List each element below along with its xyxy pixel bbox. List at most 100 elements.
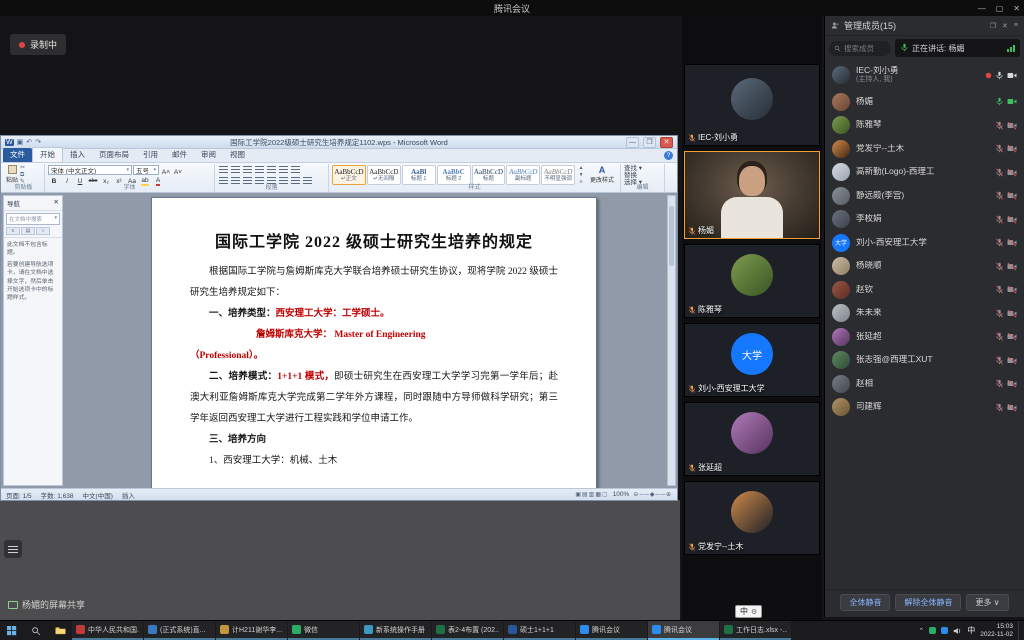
word-tab-邮件[interactable]: 邮件 — [165, 148, 194, 162]
taskbar-app-表2-4布置 (202...[interactable]: 表2-4布置 (202... — [432, 621, 503, 640]
video-thumbnail[interactable]: IEC-刘小勇 — [684, 64, 820, 146]
shrink-font-icon[interactable]: A˅ — [172, 168, 184, 178]
style-chip[interactable]: AaBbC标题 2 — [437, 165, 471, 185]
start-button[interactable] — [0, 626, 24, 636]
ime-tray-label[interactable]: 中 — [967, 625, 975, 636]
navigation-pane-tabs[interactable]: ≡▤○ — [4, 227, 62, 238]
maximize-icon[interactable]: ▢ — [996, 4, 1004, 13]
member-row[interactable]: 朱未来 — [825, 302, 1024, 326]
view-mode-icons[interactable]: ▣▤▥▦▢ — [575, 491, 608, 498]
cam-off-icon — [1007, 168, 1017, 177]
edit-item-替换[interactable]: 替换 — [624, 172, 661, 179]
member-row[interactable]: 杨晓顺 — [825, 255, 1024, 279]
mute-all-button[interactable]: 全体静音 — [840, 594, 890, 611]
sort-icon[interactable] — [278, 166, 289, 175]
close-icon[interactable]: ✕ — [1013, 4, 1020, 13]
taskbar-app-计H211谢华李...[interactable]: 计H211谢华李... — [216, 621, 287, 640]
edit-item-查找[interactable]: 查找 ▾ — [624, 165, 661, 172]
navigation-pane-close-icon[interactable]: ✕ — [54, 198, 59, 208]
paste-button[interactable]: 粘贴 — [6, 165, 18, 184]
outdent-icon[interactable] — [254, 166, 265, 175]
tray-chevron-icon[interactable]: ⌃ — [918, 627, 924, 635]
wechat-tray-icon[interactable] — [929, 627, 936, 634]
style-chip[interactable]: AaBbCcD副标题 — [506, 165, 540, 185]
word-tab-插入[interactable]: 插入 — [63, 148, 92, 162]
document-scrollbar[interactable] — [667, 195, 676, 486]
member-row[interactable]: IEC-刘小勇(主持人, 我) — [825, 60, 1024, 90]
scrollbar-thumb[interactable] — [669, 206, 674, 266]
member-search-input[interactable]: 搜索成员 — [829, 41, 891, 56]
member-row[interactable]: 党发宁--土木 — [825, 137, 1024, 161]
word-tab-审阅[interactable]: 审阅 — [194, 148, 223, 162]
taskbar-app-硕士1+1+1[interactable]: 硕士1+1+1 — [504, 621, 575, 640]
member-row[interactable]: 静远殿(李宫) — [825, 184, 1024, 208]
word-tab-视图[interactable]: 视图 — [223, 148, 252, 162]
member-row[interactable]: 李枚娟 — [825, 208, 1024, 232]
meeting-sidebar-toggle-icon[interactable] — [4, 540, 22, 558]
member-row[interactable]: 赵钦 — [825, 278, 1024, 302]
word-restore-icon[interactable]: ❐ — [643, 137, 656, 148]
styles-group-label: 样式 — [329, 184, 620, 192]
taskbar-app-腾讯会议[interactable]: 腾讯会议 — [648, 621, 719, 640]
member-row[interactable]: 大学刘小-西安理工大学 — [825, 231, 1024, 255]
minimize-icon[interactable]: — — [978, 4, 986, 13]
video-thumbnail[interactable]: 大学刘小-西安理工大学 — [684, 323, 820, 397]
taskbar-app-微信[interactable]: 微信 — [288, 621, 359, 640]
style-chip[interactable]: AaBbCcD↵正文 — [332, 165, 366, 185]
video-thumbnail[interactable]: 张延超 — [684, 402, 820, 476]
help-icon[interactable]: ? — [664, 151, 673, 160]
member-row[interactable]: 杨媚 — [825, 90, 1024, 114]
copy-icon[interactable]: ⧉ — [20, 172, 25, 178]
styles-gallery-scroll[interactable]: ▲▼≡ — [577, 165, 585, 185]
video-thumbnail[interactable]: 陈雅琴 — [684, 244, 820, 318]
member-row[interactable]: 张志强@西理工XUT — [825, 349, 1024, 373]
word-minimize-icon[interactable]: — — [626, 137, 639, 148]
word-tab-文件[interactable]: 文件 — [3, 148, 32, 162]
style-chip[interactable]: AaBbCcD↵无间隔 — [367, 165, 401, 185]
zoom-slider[interactable]: ⊖──◆──⊕ — [633, 491, 672, 498]
member-row[interactable]: 赵相 — [825, 372, 1024, 396]
show-marks-icon[interactable] — [290, 166, 301, 175]
document-page[interactable]: 国际工学院 2022 级硕士研究生培养的规定 根据国际工学院与詹姆斯库克大学联合… — [151, 197, 597, 488]
bullets-icon[interactable] — [218, 166, 229, 175]
panel-menu-icon[interactable]: ≡ — [1014, 22, 1018, 30]
taskbar-app-新系统操作手册[interactable]: 新系统操作手册 — [360, 621, 431, 640]
member-row[interactable]: 高新勤(Logo)-西理工 — [825, 161, 1024, 185]
numbering-icon[interactable] — [230, 166, 241, 175]
panel-close-icon[interactable]: ✕ — [1002, 22, 1008, 30]
font-name-select[interactable]: 宋体 (中文正文) ▾ — [48, 165, 132, 175]
taskbar-search-icon[interactable] — [24, 626, 48, 636]
document-search-input[interactable]: 在文档中搜索 ▾ — [6, 213, 60, 225]
more-button[interactable]: 更多 ∨ — [966, 594, 1008, 611]
taskbar-app-中华人民共和国...[interactable]: 中华人民共和国... — [72, 621, 143, 640]
taskbar-app-工作日志.xlsx -...[interactable]: 工作日志.xlsx -... — [720, 621, 791, 640]
panel-popout-icon[interactable]: ❐ — [990, 22, 996, 30]
member-row[interactable]: 陈雅琴 — [825, 114, 1024, 138]
word-tab-开始[interactable]: 开始 — [32, 147, 63, 162]
font-size-select[interactable]: 五号 ▾ — [133, 165, 159, 175]
word-close-icon[interactable]: ✕ — [660, 137, 673, 148]
change-styles-button[interactable]: A 更改样式 — [587, 165, 617, 184]
ime-indicator[interactable]: 中 ⚙ — [735, 605, 762, 618]
tray-clock[interactable]: 15:03 2022-11-02 — [980, 623, 1013, 639]
video-thumbnail[interactable]: 党发宁--土木 — [684, 481, 820, 555]
member-row[interactable]: 司建辉 — [825, 396, 1024, 420]
file-explorer-icon[interactable] — [48, 626, 72, 635]
multilevel-list-icon[interactable] — [242, 166, 253, 175]
show-desktop-strip[interactable] — [1018, 621, 1021, 640]
cut-icon[interactable]: ✂ — [20, 165, 25, 171]
participant-name-label: 杨媚 — [688, 225, 714, 236]
style-chip[interactable]: AaBl标题 1 — [402, 165, 436, 185]
member-row[interactable]: 张延超 — [825, 325, 1024, 349]
meeting-tray-icon[interactable] — [941, 627, 948, 634]
word-tab-引用[interactable]: 引用 — [136, 148, 165, 162]
taskbar-app-腾讯会议[interactable]: 腾讯会议 — [576, 621, 647, 640]
volume-icon[interactable] — [953, 627, 962, 635]
word-tab-页面布局[interactable]: 页面布局 — [92, 148, 136, 162]
style-chip[interactable]: AaBbCcD不明显强调 — [541, 165, 575, 185]
taskbar-app-(正式系统)直...[interactable]: (正式系统)直... — [144, 621, 215, 640]
style-chip[interactable]: AaBbCcD标题 — [472, 165, 506, 185]
indent-icon[interactable] — [266, 166, 277, 175]
unmute-all-button[interactable]: 解除全体静音 — [895, 594, 961, 611]
video-thumbnail[interactable]: 杨媚 — [684, 151, 820, 239]
